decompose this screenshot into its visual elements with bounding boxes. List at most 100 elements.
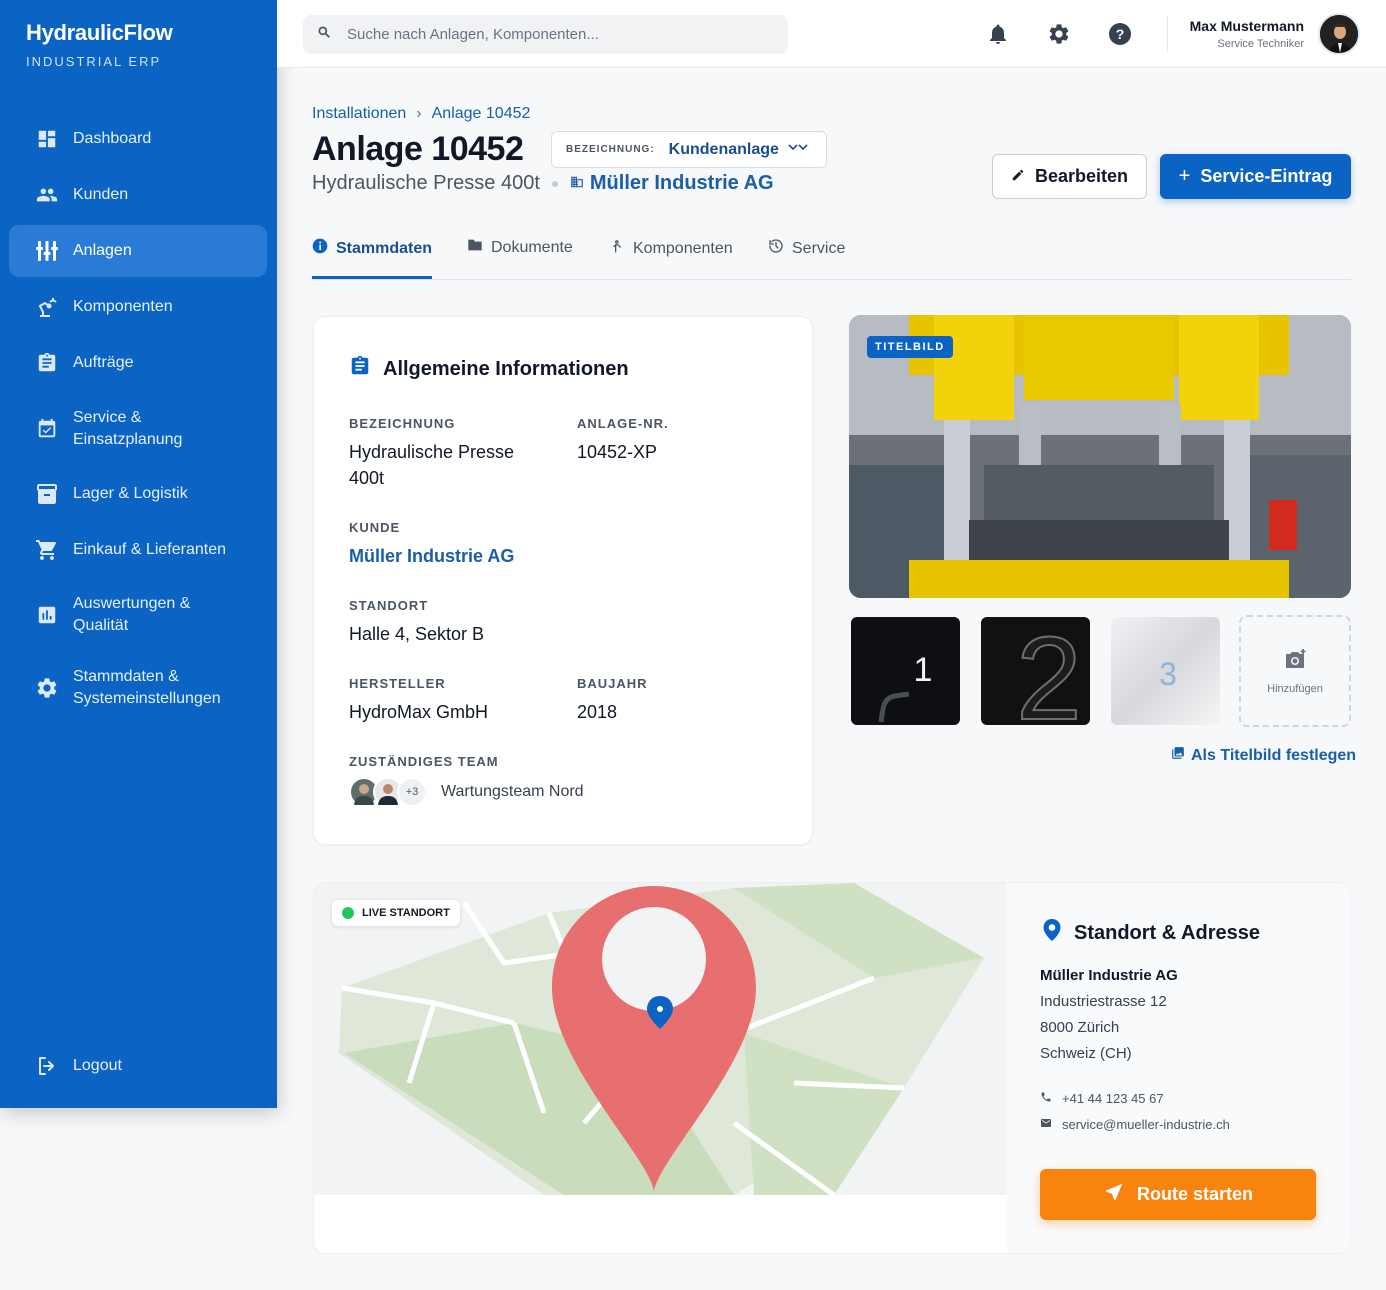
search-input[interactable]: [347, 26, 767, 43]
page-subtitle: Hydraulische Presse 400t Müller Industri…: [312, 172, 774, 195]
location-card: LIVE STANDORT Standort & Adresse Müller …: [313, 882, 1351, 1254]
baujahr-value: 2018: [577, 702, 618, 722]
card-title: Allgemeine Informationen: [349, 354, 629, 384]
search-box[interactable]: [303, 15, 788, 54]
add-image-button[interactable]: Hinzufügen: [1239, 615, 1351, 727]
sidebar-item-auftraege[interactable]: Aufträge: [9, 342, 267, 384]
sidebar-item-kunden[interactable]: Kunden: [9, 174, 267, 216]
svg-text:?: ?: [1116, 26, 1125, 42]
title-image-badge: TITELBILD: [867, 336, 953, 358]
navigation-icon: [1103, 1181, 1125, 1208]
tab-stammdaten[interactable]: Stammdaten: [312, 238, 432, 259]
customer-link[interactable]: Müller Industrie AG: [570, 172, 774, 195]
help-icon[interactable]: ?: [1108, 22, 1132, 46]
tab-service[interactable]: Service: [768, 238, 845, 259]
address-street: Industriestrasse 12: [1040, 993, 1167, 1010]
logout-label: Logout: [73, 1057, 122, 1074]
phone-number: +41 44 123 45 67: [1062, 1091, 1164, 1106]
thumbnail-1[interactable]: 1: [851, 617, 960, 725]
map-view[interactable]: LIVE STANDORT: [314, 883, 1007, 1198]
team-more-badge: +3: [397, 777, 427, 807]
tab-dokumente[interactable]: Dokumente: [467, 238, 573, 257]
component-icon: [611, 238, 625, 259]
bell-icon[interactable]: [986, 22, 1010, 46]
designation-value: Kundenanlage: [668, 140, 779, 158]
anlagenr-label: ANLAGE-NR.: [577, 416, 669, 431]
address-title-text: Standort & Adresse: [1074, 921, 1260, 944]
user-info[interactable]: Max Mustermann Service Techniker: [1190, 18, 1304, 50]
logout-button[interactable]: Logout: [9, 1045, 267, 1087]
set-title-image-link[interactable]: Als Titelbild festlegen: [1171, 746, 1356, 765]
settings-icon[interactable]: [1047, 22, 1071, 46]
anlagenr-value: 10452-XP: [577, 442, 658, 462]
service-entry-label: Service-Eintrag: [1200, 166, 1333, 186]
address-company: Müller Industrie AG: [1040, 967, 1178, 984]
info-icon: [312, 238, 328, 259]
standort-label: STANDORT: [349, 598, 429, 613]
thumbnail-2[interactable]: 2: [981, 617, 1090, 725]
sidebar-item-service[interactable]: Service & Einsatzplanung: [9, 398, 267, 460]
address-country: Schweiz (CH): [1040, 1045, 1132, 1062]
team-name: Wartungsteam Nord: [441, 783, 584, 800]
sidebar: HydraulicFlow INDUSTRIAL ERP Dashboard K…: [0, 0, 277, 1108]
email-link[interactable]: service@mueller-industrie.ch: [1040, 1117, 1230, 1132]
breadcrumb-item[interactable]: Installationen: [312, 105, 406, 123]
standort-value: Halle 4, Sektor B: [349, 624, 485, 644]
topbar-divider: [1167, 16, 1168, 52]
set-title-label: Als Titelbild festlegen: [1191, 746, 1357, 764]
folder-icon: [467, 238, 483, 257]
tab-label: Komponenten: [633, 239, 733, 257]
start-route-button[interactable]: Route starten: [1040, 1169, 1316, 1220]
sidebar-item-dashboard[interactable]: Dashboard: [9, 118, 267, 160]
sidebar-item-einkauf[interactable]: Einkauf & Lieferanten: [9, 529, 267, 571]
logout-icon: [35, 1054, 59, 1078]
sidebar-item-lager[interactable]: Lager & Logistik: [9, 473, 267, 515]
sidebar-item-stammdaten[interactable]: Stammdaten & Systemeinstellungen: [9, 657, 267, 719]
location-pin-icon: [1042, 918, 1062, 948]
breadcrumb-item[interactable]: Anlage 10452: [432, 105, 531, 123]
sidebar-item-auswertungen[interactable]: Auswertungen & Qualität: [9, 584, 267, 646]
kunde-link[interactable]: Müller Industrie AG: [349, 543, 514, 569]
thumbnail-number: 2: [1016, 617, 1082, 725]
address-panel: Standort & Adresse Müller Industrie AG I…: [1007, 883, 1350, 1253]
phone-icon: [1040, 1091, 1052, 1106]
address-title: Standort & Adresse: [1042, 918, 1260, 948]
clipboard-icon: [35, 351, 59, 375]
hero-image[interactable]: TITELBILD: [849, 315, 1351, 598]
address-city: 8000 Zürich: [1040, 1019, 1120, 1036]
breadcrumb-separator: ›: [416, 105, 422, 122]
designation-dropdown[interactable]: BEZEICHNUNG: Kundenanlage: [551, 131, 827, 168]
sidebar-item-label: Einkauf & Lieferanten: [73, 541, 226, 558]
sidebar-item-anlagen[interactable]: Anlagen: [9, 225, 267, 277]
edit-label: Bearbeiten: [1034, 166, 1129, 186]
sidebar-item-label: Dashboard: [73, 130, 152, 147]
user-role: Service Techniker: [1217, 38, 1304, 50]
thumbnail-3[interactable]: 3: [1111, 617, 1220, 725]
sidebar-item-label: Lager & Logistik: [73, 485, 188, 502]
tab-label: Stammdaten: [336, 239, 433, 257]
sidebar-item-label: Anlagen: [73, 242, 132, 259]
brand-subtitle: INDUSTRIAL ERP: [26, 54, 162, 69]
service-entry-button[interactable]: + Service-Eintrag: [1160, 154, 1351, 199]
email-address: service@mueller-industrie.ch: [1062, 1117, 1230, 1132]
add-image-label: Hinzufügen: [1267, 682, 1323, 695]
phone-link[interactable]: +41 44 123 45 67: [1040, 1091, 1164, 1106]
edit-button[interactable]: Bearbeiten: [992, 154, 1147, 199]
team-row[interactable]: +3 Wartungsteam Nord: [349, 777, 584, 807]
search-icon: [317, 25, 331, 44]
mail-icon: [1040, 1117, 1052, 1132]
brand[interactable]: HydraulicFlow INDUSTRIAL ERP: [26, 20, 173, 69]
sidebar-item-label: Auswertungen & Qualität: [73, 595, 191, 634]
clipboard-icon: [349, 354, 371, 384]
tab-active-indicator: [312, 276, 432, 279]
hersteller-label: HERSTELLER: [349, 676, 446, 691]
user-name: Max Mustermann: [1189, 18, 1304, 34]
page-title: Anlage 10452: [312, 130, 524, 168]
team-label: ZUSTÄNDIGES TEAM: [349, 754, 499, 769]
users-icon: [35, 183, 59, 207]
sidebar-item-komponenten[interactable]: Komponenten: [9, 286, 267, 328]
avatar[interactable]: [1318, 13, 1360, 55]
tab-komponenten[interactable]: Komponenten: [611, 238, 733, 259]
dashboard-icon: [35, 127, 59, 151]
pencil-icon: [1011, 166, 1025, 187]
